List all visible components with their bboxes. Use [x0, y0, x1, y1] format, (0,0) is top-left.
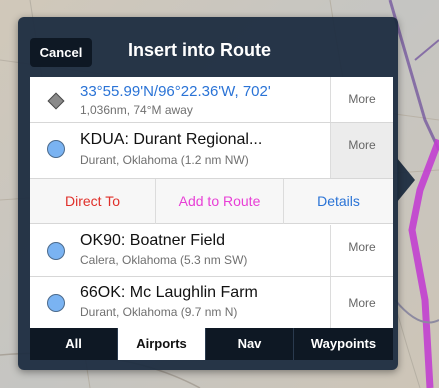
tab-waypoints[interactable]: Waypoints	[294, 328, 393, 360]
more-button[interactable]: More	[330, 77, 393, 122]
tab-nav[interactable]: Nav	[206, 328, 294, 360]
cancel-button[interactable]: Cancel	[30, 38, 92, 67]
more-button[interactable]: More	[330, 123, 393, 178]
item-title: 33°55.99'N/96°22.36'W, 702'	[80, 83, 271, 100]
row-actions: Direct To Add to Route Details	[30, 178, 393, 224]
item-subtitle: Durant, Oklahoma (1.2 nm NW)	[80, 153, 249, 167]
item-title: 66OK: Mc Laughlin Farm	[80, 284, 258, 301]
more-button[interactable]: More	[330, 225, 393, 276]
search-results-list[interactable]: 33°55.99'N/96°22.36'W, 702' 1,036nm, 74°…	[30, 77, 393, 329]
airport-circle-icon	[47, 242, 65, 260]
popover-header: Cancel Insert into Route	[18, 17, 398, 77]
item-title: KDUA: Durant Regional...	[80, 131, 263, 148]
list-item[interactable]: 66OK: Mc Laughlin Farm Durant, Oklahoma …	[30, 277, 393, 329]
route-line	[408, 138, 439, 388]
item-title: OK90: Boatner Field	[80, 232, 225, 249]
filter-tabs: All Airports Nav Waypoints	[30, 328, 393, 360]
diamond-icon	[47, 92, 65, 110]
item-subtitle: 1,036nm, 74°M away	[80, 103, 193, 117]
item-subtitle: Calera, Oklahoma (5.3 nm SW)	[80, 253, 248, 267]
tab-airports[interactable]: Airports	[118, 328, 206, 360]
popover-title: Insert into Route	[128, 40, 271, 60]
list-item[interactable]: 33°55.99'N/96°22.36'W, 702' 1,036nm, 74°…	[30, 77, 393, 123]
details-button[interactable]: Details	[284, 179, 393, 224]
list-item[interactable]: KDUA: Durant Regional... Durant, Oklahom…	[30, 123, 393, 179]
list-item[interactable]: OK90: Boatner Field Calera, Oklahoma (5.…	[30, 225, 393, 277]
add-to-route-button[interactable]: Add to Route	[156, 179, 284, 224]
tab-all[interactable]: All	[30, 328, 118, 360]
airport-circle-icon	[47, 294, 65, 312]
insert-into-route-popover: Cancel Insert into Route 33°55.99'N/96°2…	[18, 17, 398, 370]
item-subtitle: Durant, Oklahoma (9.7 nm N)	[80, 305, 238, 319]
direct-to-button[interactable]: Direct To	[30, 179, 156, 224]
more-button[interactable]: More	[330, 277, 393, 329]
airport-circle-icon	[47, 140, 65, 158]
popover-arrow	[397, 158, 415, 202]
